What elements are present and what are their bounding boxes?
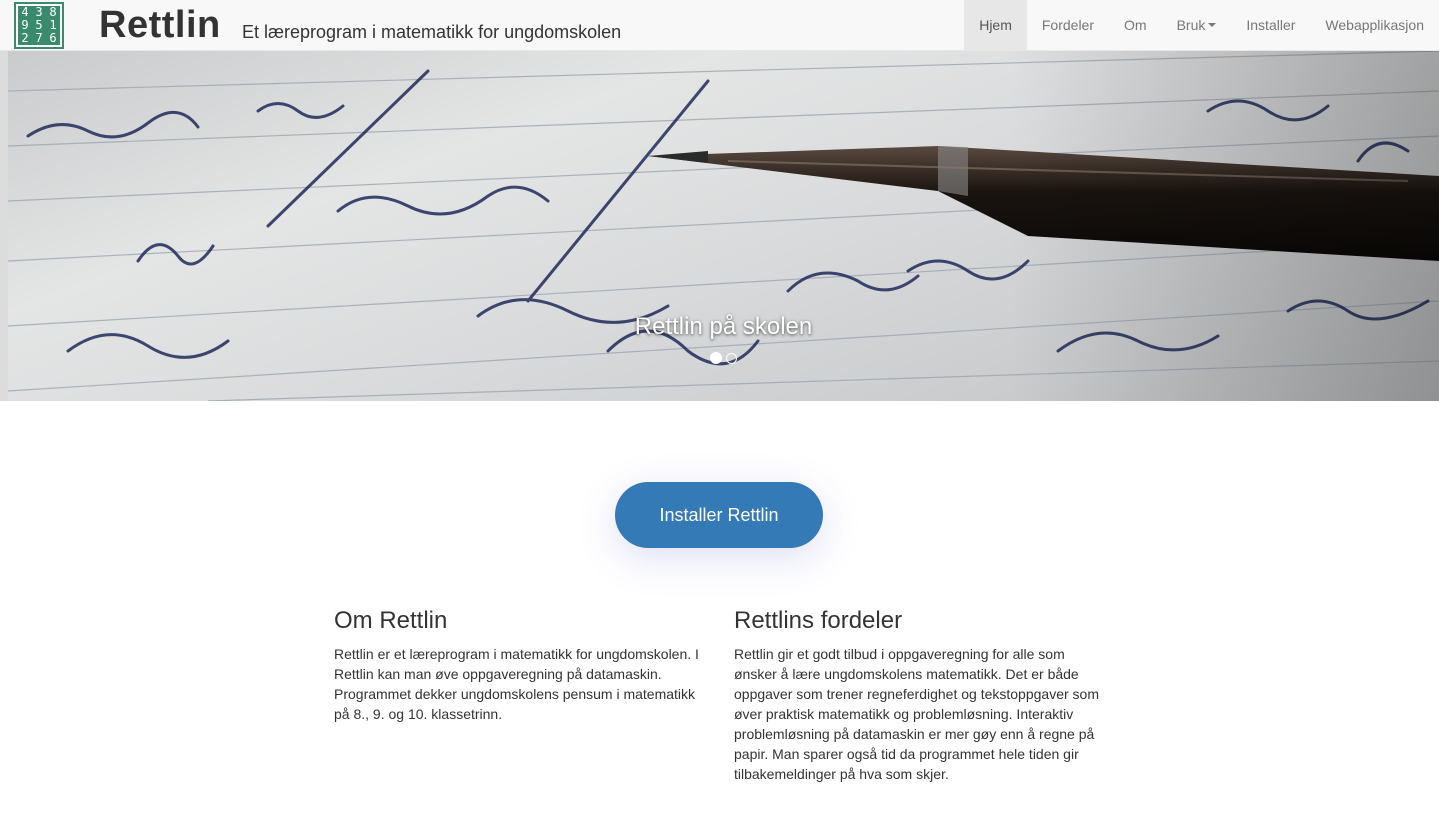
carousel-indicator-1[interactable] xyxy=(710,352,722,364)
benefits-section: Rettlins fordeler Rettlin gir et godt ti… xyxy=(734,606,1104,784)
about-text: Rettlin er et læreprogram i matematikk f… xyxy=(334,646,699,722)
benefits-heading: Rettlins fordeler xyxy=(734,607,903,634)
carousel-indicators xyxy=(8,352,1439,364)
logo-digit: 7 xyxy=(32,32,46,45)
caret-down-icon xyxy=(1208,23,1217,27)
nav-item-om[interactable]: Om xyxy=(1109,0,1162,50)
rettlin-logo-icon[interactable]: 4 3 8 9 5 1 2 7 6 xyxy=(14,2,64,49)
navbar: 4 3 8 9 5 1 2 7 6 Rettlin Et læreprogram… xyxy=(0,0,1439,51)
nav-item-installer[interactable]: Installer xyxy=(1231,0,1310,50)
carousel-indicator-2[interactable] xyxy=(726,353,737,364)
benefits-text: Rettlin gir et godt tilbud i oppgaveregn… xyxy=(734,646,1099,782)
about-section: Om Rettlin Rettlin er et læreprogram i m… xyxy=(334,606,704,724)
nav-item-hjem[interactable]: Hjem xyxy=(964,0,1027,50)
carousel-left-edge xyxy=(0,51,8,401)
about-heading: Om Rettlin xyxy=(334,607,448,634)
brand-link[interactable]: Rettlin xyxy=(99,4,221,46)
nav-item-fordeler[interactable]: Fordeler xyxy=(1027,0,1109,50)
nav-label: Fordeler xyxy=(1041,17,1095,33)
install-rettlin-button[interactable]: Installer Rettlin xyxy=(615,482,823,548)
nav-label: Webapplikasjon xyxy=(1325,17,1424,33)
nav-label: Installer xyxy=(1246,17,1296,33)
main-nav: Hjem Fordeler Om Bruk Installer Webappli… xyxy=(964,0,1439,50)
nav-label: Hjem xyxy=(979,17,1012,33)
nav-item-webapplikasjon[interactable]: Webapplikasjon xyxy=(1310,0,1439,50)
nav-item-bruk-dropdown[interactable]: Bruk xyxy=(1162,0,1232,50)
site-tagline: Et læreprogram i matematikk for ungdomsk… xyxy=(242,22,622,42)
hero-carousel[interactable]: Rettlin på skolen xyxy=(8,51,1439,401)
carousel-caption: Rettlin på skolen xyxy=(634,313,813,340)
logo-digit: 2 xyxy=(18,32,32,45)
nav-label: Om xyxy=(1124,17,1147,33)
nav-label: Bruk xyxy=(1176,17,1206,33)
logo-digit: 6 xyxy=(46,32,60,45)
notebook-pen-image xyxy=(8,51,1439,401)
